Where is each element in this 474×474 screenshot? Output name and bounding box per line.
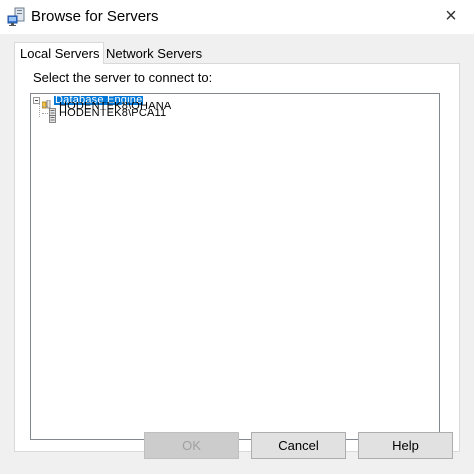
tab-network-servers[interactable]: Network Servers <box>106 46 202 61</box>
collapse-toggle-icon[interactable] <box>33 96 40 104</box>
close-button[interactable]: × <box>428 0 474 32</box>
select-server-prompt: Select the server to connect to: <box>33 70 213 85</box>
tree-connector <box>39 104 40 117</box>
cancel-button[interactable]: Cancel <box>251 432 346 459</box>
ok-button[interactable]: OK <box>144 432 239 459</box>
tree-connector <box>42 106 48 107</box>
server-name: HODENTEK8\PCA11 <box>59 109 167 118</box>
server-icon <box>49 110 56 123</box>
server-tree[interactable]: Database Engine HODENTEK8\OHANA HODENTEK… <box>30 93 440 440</box>
tab-local-servers[interactable]: Local Servers <box>14 42 104 64</box>
help-button[interactable]: Help <box>358 432 453 459</box>
browse-for-servers-dialog: Browse for Servers × Local Servers Netwo… <box>0 0 474 474</box>
local-servers-panel: Select the server to connect to: Databas… <box>14 63 460 452</box>
tree-node-server[interactable]: HODENTEK8\PCA11 <box>42 109 167 123</box>
server-network-icon <box>7 7 27 27</box>
dialog-title: Browse for Servers <box>31 8 159 25</box>
title-bar: Browse for Servers × <box>0 0 474 34</box>
dialog-body: Local Servers Network Servers Select the… <box>0 34 474 474</box>
tree-connector <box>42 113 48 114</box>
